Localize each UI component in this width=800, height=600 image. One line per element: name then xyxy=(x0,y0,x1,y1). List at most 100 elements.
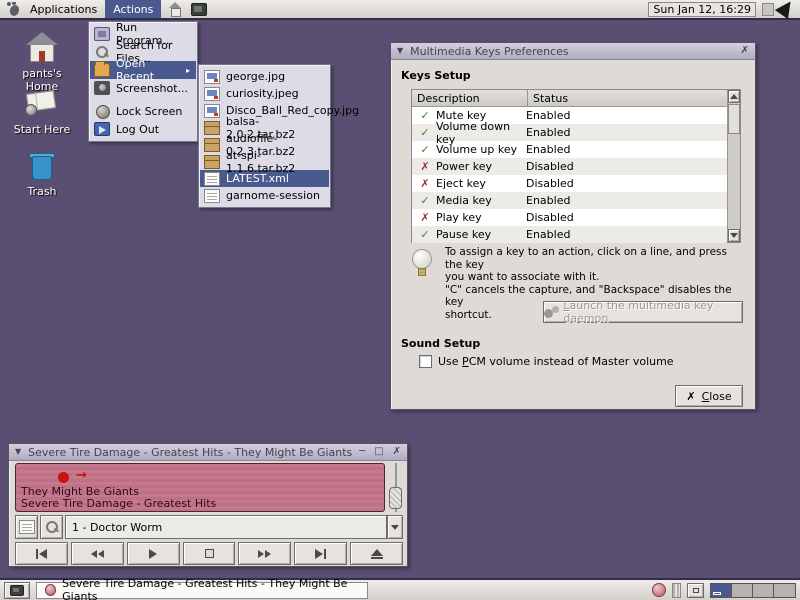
eject-button[interactable] xyxy=(350,542,403,565)
close-label-rest: lose xyxy=(709,390,731,403)
play-button[interactable] xyxy=(127,542,180,565)
clock-applet[interactable]: Sun Jan 12, 16:29 xyxy=(648,2,756,17)
row-description: Volume up key xyxy=(432,143,520,156)
volume-slider[interactable] xyxy=(389,463,403,512)
combo-dropdown-icon[interactable] xyxy=(387,515,403,539)
recent-item-label: george.jpg xyxy=(226,70,285,83)
row-description: Eject key xyxy=(432,177,520,190)
launch-label-rest: aunch the multimedia key daemon xyxy=(563,299,713,325)
dialog-titlebar[interactable]: ▼ Multimedia Keys Preferences ✗ xyxy=(391,43,755,60)
desktop-icon-home[interactable]: pants's Home xyxy=(8,32,76,93)
track-selector-combo[interactable]: 1 - Doctor Worm xyxy=(65,515,403,539)
close-button[interactable]: ✗ Close xyxy=(675,385,743,407)
workspace-1[interactable] xyxy=(711,584,732,597)
notification-app-icon[interactable] xyxy=(652,583,666,597)
show-desktop-button[interactable] xyxy=(4,582,30,599)
mixer-button[interactable] xyxy=(40,515,63,539)
recent-item[interactable]: at-spi-1.1.6.tar.bz2 xyxy=(200,153,329,170)
row-status: Enabled xyxy=(520,143,570,156)
panel-drag-handle-icon[interactable] xyxy=(672,583,681,598)
recent-item[interactable]: curiosity.jpeg xyxy=(200,85,329,102)
logout-icon xyxy=(94,122,110,136)
column-header-description[interactable]: Description xyxy=(412,90,528,106)
playlist-button[interactable] xyxy=(15,515,38,539)
table-row[interactable]: ✗ Play key Disabled xyxy=(412,209,727,226)
window-close-icon[interactable]: ✗ xyxy=(739,46,751,56)
volume-slider-handle[interactable] xyxy=(389,487,402,509)
show-desktop-icon xyxy=(10,585,24,596)
minimize-icon[interactable]: ─ xyxy=(357,447,367,457)
task-label: Severe Tire Damage - Greatest Hits - The… xyxy=(62,577,359,600)
row-status: Disabled xyxy=(520,177,574,190)
pager-button[interactable] xyxy=(687,583,704,598)
desktop-icon-start-here[interactable]: Start Here xyxy=(8,88,76,136)
row-description: Play key xyxy=(432,211,520,224)
taskbar-window-button[interactable]: Severe Tire Damage - Greatest Hits - The… xyxy=(36,582,368,599)
menu-item-log-out[interactable]: Log Out xyxy=(90,120,196,138)
window-menu-icon[interactable]: ▼ xyxy=(13,447,23,457)
player-titlebar[interactable]: ▼ Severe Tire Damage - Greatest Hits - T… xyxy=(9,444,407,461)
row-description: Power key xyxy=(432,160,520,173)
workspace-switcher xyxy=(710,583,796,598)
launch-daemon-button[interactable]: Launch the multimedia key daemon xyxy=(543,301,743,323)
daemon-gears-icon xyxy=(544,306,558,318)
menu-applications[interactable]: Applications xyxy=(22,0,105,18)
desktop-icon-trash[interactable]: Trash xyxy=(8,150,76,198)
start-here-icon xyxy=(25,88,59,120)
scrollbar-thumb[interactable] xyxy=(728,104,740,134)
close-icon[interactable]: ✗ xyxy=(391,447,403,457)
window-menu-icon[interactable]: ▼ xyxy=(395,46,405,56)
enabled-check-icon: ✓ xyxy=(418,194,432,207)
table-row[interactable]: ✓ Volume down key Enabled xyxy=(412,124,727,141)
recent-item[interactable]: george.jpg xyxy=(200,68,329,85)
table-row[interactable]: ✗ Eject key Disabled xyxy=(412,175,727,192)
applications-menu-label: Applications xyxy=(30,3,97,16)
stop-button[interactable] xyxy=(183,542,236,565)
workspace-4[interactable] xyxy=(774,584,795,597)
text-file-icon xyxy=(204,189,220,203)
sound-setup-heading: Sound Setup xyxy=(401,337,480,350)
workspace-2[interactable] xyxy=(732,584,753,597)
menu-item-lock-screen[interactable]: Lock Screen xyxy=(90,102,196,120)
row-description: Volume down key xyxy=(432,120,520,146)
music-player-window: ▼ Severe Tire Damage - Greatest Hits - T… xyxy=(8,443,408,567)
table-row[interactable]: ✓ Volume up key Enabled xyxy=(412,141,727,158)
scroll-up-button[interactable] xyxy=(728,90,740,103)
disabled-x-icon: ✗ xyxy=(418,160,432,173)
screenshot-launcher-icon[interactable] xyxy=(191,3,207,16)
row-status: Enabled xyxy=(520,126,570,139)
next-track-button[interactable] xyxy=(294,542,347,565)
table-row[interactable]: ✓ Pause key Enabled xyxy=(412,226,727,243)
recent-item[interactable]: garnome-session xyxy=(200,187,329,204)
workspace-3[interactable] xyxy=(753,584,774,597)
track-selector-value[interactable]: 1 - Doctor Worm xyxy=(65,515,387,539)
previous-track-button[interactable] xyxy=(15,542,68,565)
gnome-foot-icon xyxy=(6,1,22,17)
table-scrollbar[interactable] xyxy=(727,90,740,242)
text-file-icon xyxy=(204,172,220,186)
column-header-status[interactable]: Status xyxy=(528,90,740,106)
clock-text: Sun Jan 12, 16:29 xyxy=(653,3,751,16)
menu-item-label: Log Out xyxy=(116,123,159,136)
menu-item-label: Screenshot... xyxy=(116,82,188,95)
enabled-check-icon: ✓ xyxy=(418,126,432,139)
table-row[interactable]: ✗ Power key Disabled xyxy=(412,158,727,175)
scroll-down-button[interactable] xyxy=(728,229,740,242)
album-line: Severe Tire Damage - Greatest Hits xyxy=(21,498,216,510)
home-icon xyxy=(25,32,59,64)
rewind-button[interactable] xyxy=(71,542,124,565)
trash-icon-label: Trash xyxy=(8,185,76,198)
fast-forward-button[interactable] xyxy=(238,542,291,565)
panel-applet-icon[interactable] xyxy=(762,3,774,16)
actions-menu-label: Actions xyxy=(113,3,153,16)
home-launcher-icon[interactable] xyxy=(167,2,183,16)
lock-icon xyxy=(94,104,110,118)
maximize-icon[interactable]: □ xyxy=(372,447,385,457)
table-row[interactable]: ✓ Media key Enabled xyxy=(412,192,727,209)
recent-item-label: garnome-session xyxy=(226,189,320,202)
pcm-volume-checkbox-row[interactable]: Use PCM volume instead of Master volume xyxy=(419,355,674,368)
menu-item-screenshot[interactable]: Screenshot... xyxy=(90,79,196,97)
player-title: Severe Tire Damage - Greatest Hits - The… xyxy=(28,446,352,459)
menu-actions[interactable]: Actions xyxy=(105,0,161,18)
pcm-volume-checkbox[interactable] xyxy=(419,355,432,368)
